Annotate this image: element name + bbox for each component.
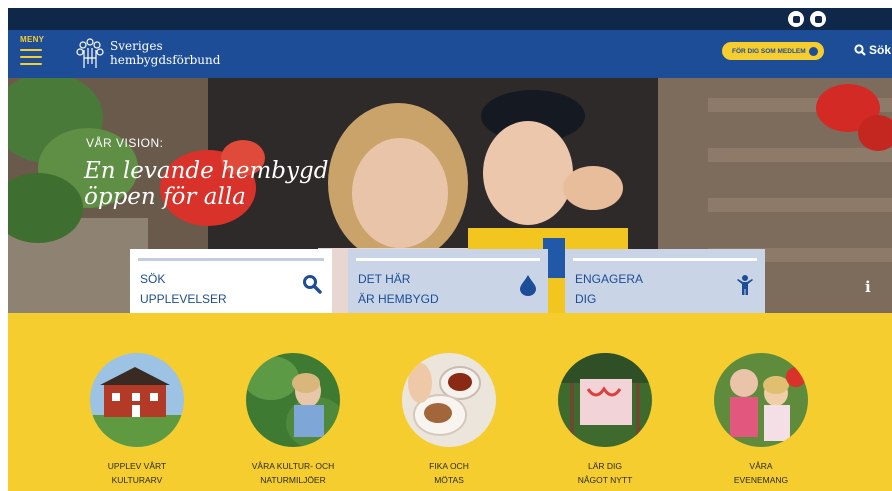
quick-link-search-experiences[interactable]: SÖK UPPLEVELSER [130, 249, 332, 313]
category-label[interactable]: VÅRA KULTUR- OCH NATURMILJÖER [233, 459, 353, 487]
vision-text: En levande hembygd öppen för alla [84, 158, 329, 210]
category-image-fika[interactable] [402, 353, 496, 447]
quick-link-bar [356, 258, 540, 261]
site-header: MENY Sveriges hembygdsförbund FÖR DIG SO… [8, 30, 892, 78]
hamburger-icon [20, 49, 42, 51]
quick-link-get-involved[interactable]: ENGAGERA DIG [565, 249, 765, 313]
search-icon [854, 44, 866, 56]
quick-link-label: ENGAGERA DIG [575, 272, 644, 306]
quick-link-bar [573, 258, 757, 261]
menu-button[interactable]: MENY [20, 35, 46, 73]
user-icon [808, 46, 818, 56]
person-icon [737, 275, 753, 295]
logo-line-2: hembygdsförbund [110, 53, 221, 67]
category-label[interactable]: UPPLEV VÅRT KULTURARV [77, 459, 197, 487]
hamburger-icon-bar [20, 63, 42, 65]
member-button[interactable]: FÖR DIG SOM MEDLEM [722, 42, 824, 60]
top-utility-bar [8, 8, 892, 30]
quick-link-label: SÖK UPPLEVELSER [140, 272, 227, 306]
logo-icon[interactable] [72, 34, 108, 74]
category-section: UPPLEV VÅRT KULTURARV VÅRA KULTUR- OCH N… [8, 313, 892, 491]
hamburger-icon-bar [20, 56, 42, 58]
facebook-icon[interactable] [788, 11, 804, 27]
quick-link-label: DET HÄR ÄR HEMBYGD [358, 272, 439, 306]
search-label: Sök [869, 43, 892, 57]
quick-link-bar [138, 258, 324, 261]
category-image-learn[interactable] [558, 353, 652, 447]
category-image-events[interactable] [714, 353, 808, 447]
search-icon [303, 275, 322, 294]
category-label[interactable]: VÅRA EVENEMANG [701, 459, 821, 487]
quick-link-about-hembygd[interactable]: DET HÄR ÄR HEMBYGD [348, 249, 548, 313]
menu-label: MENY [20, 35, 45, 44]
info-icon[interactable]: i [865, 278, 871, 296]
vision-label: VÅR VISION: [86, 136, 164, 150]
member-button-label: FÖR DIG SOM MEDLEM [732, 47, 806, 55]
category-image-culture-heritage[interactable] [90, 353, 184, 447]
category-image-nature[interactable] [246, 353, 340, 447]
instagram-icon[interactable] [810, 11, 826, 27]
category-label[interactable]: LÄR DIG NÅGOT NYTT [545, 459, 665, 487]
search-button[interactable]: Sök [854, 43, 891, 57]
logo-text[interactable]: Sveriges hembygdsförbund [110, 39, 220, 67]
drop-icon [520, 275, 536, 296]
category-label[interactable]: FIKA OCH MÖTAS [389, 459, 509, 487]
logo-line-1: Sveriges [110, 39, 163, 53]
